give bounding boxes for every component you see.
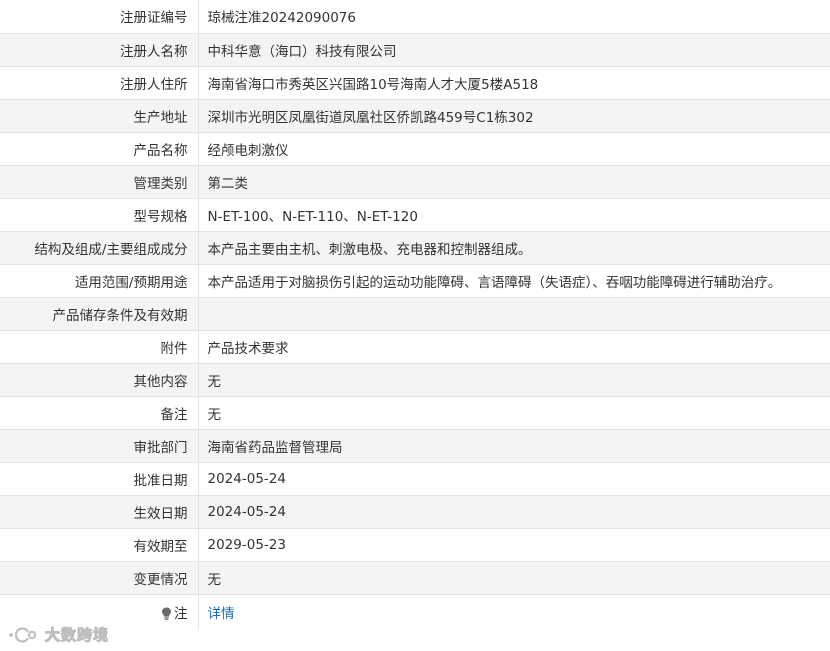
row-label: 生产地址 [0, 99, 199, 133]
row-value: 无 [198, 561, 830, 595]
row-value: 经颅电刺激仪 [198, 132, 830, 166]
registration-info-table: 注册证编号 琼械注准20242090076 注册人名称 中科华意（海口）科技有限公司… [0, 0, 830, 629]
table-row: 型号规格 N-ET-100、N-ET-110、N-ET-120 [0, 198, 830, 232]
row-label: 备注 [0, 396, 199, 430]
lightbulb-icon [162, 607, 171, 620]
row-label: 结构及组成/主要组成成分 [0, 231, 199, 265]
watermark-text: 大数跨境 [44, 626, 110, 645]
note-value-cell: 详情 [198, 594, 830, 629]
row-value: 产品技术要求 [198, 330, 830, 364]
detail-link[interactable]: 详情 [208, 606, 235, 622]
note-label: 注 [174, 605, 188, 622]
row-label: 产品储存条件及有效期 [0, 297, 199, 331]
row-label: 适用范围/预期用途 [0, 264, 199, 298]
table-row: 注册人住所 海南省海口市秀英区兴国路10号海南人才大厦5楼A518 [0, 66, 830, 100]
row-label: 管理类别 [0, 165, 199, 199]
table-row: 产品名称 经颅电刺激仪 [0, 132, 830, 166]
row-label: 变更情况 [0, 561, 199, 595]
row-value: 深圳市光明区凤凰街道凤凰社区侨凯路459号C1栋302 [198, 99, 830, 133]
row-label: 注册证编号 [0, 0, 199, 34]
row-value: 2024-05-24 [198, 462, 830, 496]
row-label: 注册人名称 [0, 33, 199, 67]
note-row: 注 详情 [0, 594, 830, 629]
table-row: 其他内容无 [0, 363, 830, 397]
row-value: 2029-05-23 [198, 528, 830, 562]
row-label: 批准日期 [0, 462, 199, 496]
table-row: 备注无 [0, 396, 830, 430]
row-value: 第二类 [198, 165, 830, 199]
table-row: 生产地址 深圳市光明区凤凰街道凤凰社区侨凯路459号C1栋302 [0, 99, 830, 133]
table-row: 注册人名称 中科华意（海口）科技有限公司 [0, 33, 830, 67]
row-label: 其他内容 [0, 363, 199, 397]
table-row: 批准日期 2024-05-24 [0, 462, 830, 496]
row-value [198, 297, 830, 331]
brand-logo-icon [9, 626, 37, 643]
row-value: 本产品适用于对脑损伤引起的运动功能障碍、言语障碍（失语症）、吞咽功能障碍进行辅助… [198, 264, 830, 298]
table-row: 结构及组成/主要组成成分 本产品主要由主机、刺激电极、充电器和控制器组成。 [0, 231, 830, 265]
row-value: 海南省药品监督管理局 [198, 429, 830, 463]
row-label: 生效日期 [0, 495, 199, 529]
table-row: 适用范围/预期用途 本产品适用于对脑损伤引起的运动功能障碍、言语障碍（失语症）、吞… [0, 264, 830, 298]
table-body: 注册证编号 琼械注准20242090076 注册人名称 中科华意（海口）科技有限公司… [0, 0, 830, 629]
row-label: 型号规格 [0, 198, 199, 232]
watermark: 大数跨境 [8, 624, 109, 645]
row-value: 琼械注准20242090076 [198, 0, 830, 34]
row-label: 审批部门 [0, 429, 199, 463]
row-label: 附件 [0, 330, 199, 364]
table-row: 审批部门 海南省药品监督管理局 [0, 429, 830, 463]
row-value: 本产品主要由主机、刺激电极、充电器和控制器组成。 [198, 231, 830, 265]
row-label: 有效期至 [0, 528, 199, 562]
row-value: N-ET-100、N-ET-110、N-ET-120 [198, 198, 830, 232]
row-value: 无 [198, 363, 830, 397]
table-row: 管理类别 第二类 [0, 165, 830, 199]
row-value: 无 [198, 396, 830, 430]
row-value: 海南省海口市秀英区兴国路10号海南人才大厦5楼A518 [198, 66, 830, 100]
row-label: 产品名称 [0, 132, 199, 166]
table-row: 附件 产品技术要求 [0, 330, 830, 364]
table-row: 有效期至 2029-05-23 [0, 528, 830, 562]
table-row: 生效日期 2024-05-24 [0, 495, 830, 529]
table-row: 注册证编号 琼械注准20242090076 [0, 0, 830, 34]
table-row: 变更情况无 [0, 561, 830, 595]
row-value: 中科华意（海口）科技有限公司 [198, 33, 830, 67]
row-value: 2024-05-24 [198, 495, 830, 529]
table-row: 产品储存条件及有效期 [0, 297, 830, 331]
row-label: 注册人住所 [0, 66, 199, 100]
